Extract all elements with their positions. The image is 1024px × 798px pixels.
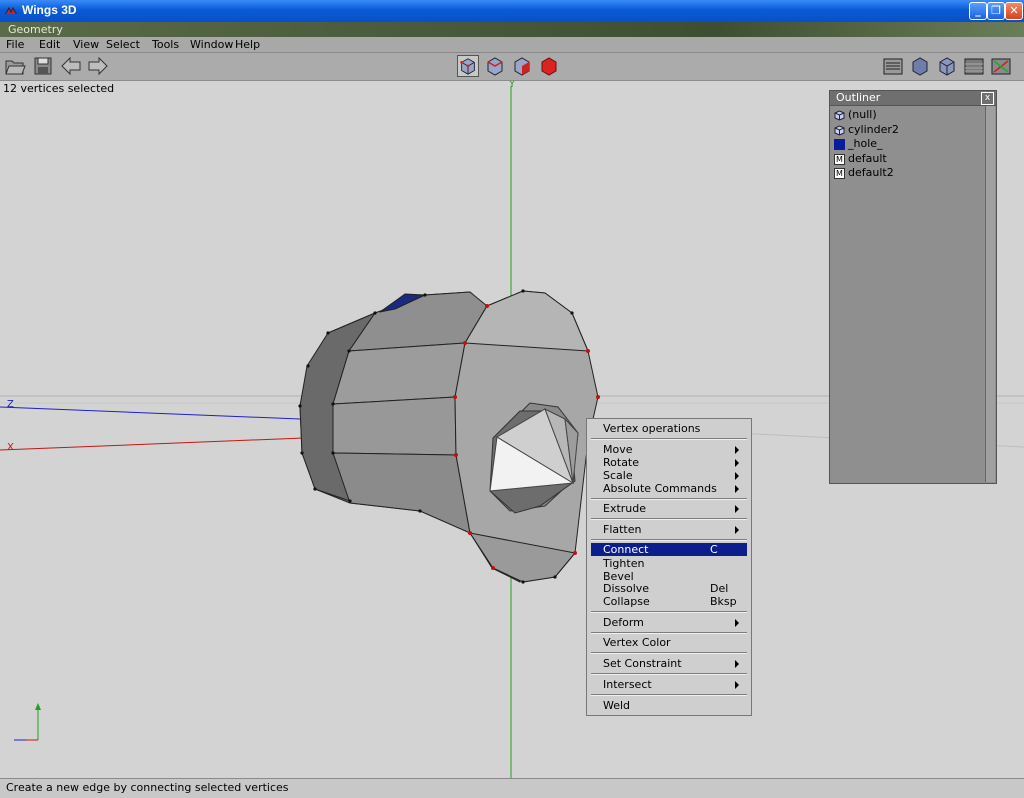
submenu-arrow-icon [735,681,739,689]
submenu-arrow-icon [735,485,739,493]
menu-view[interactable]: View [73,37,99,53]
material-m-icon: M [834,153,845,165]
outliner-item-label: _hole_ [848,137,883,150]
outliner-scrollbar[interactable] [985,106,995,482]
outliner-item-null[interactable]: (null) [832,108,899,123]
menu-separator [591,694,747,696]
menu-item-dissolve[interactable]: Dissolve Del [591,582,747,595]
menu-select[interactable]: Select [106,37,140,53]
smooth-shade-icon[interactable] [909,55,931,77]
menu-item-connect[interactable]: Connect C [591,543,747,556]
save-icon[interactable] [32,55,54,77]
menu-item-intersect[interactable]: Intersect [591,678,747,691]
submenu-arrow-icon [735,526,739,534]
axis-y-label: Y [509,81,516,90]
submenu-arrow-icon [735,619,739,627]
menu-separator [591,632,747,634]
menu-item-rotate[interactable]: Rotate [591,456,747,469]
vertex-context-menu: Vertex operations Move Rotate Scale Abso… [586,418,752,716]
object-icon [834,110,845,121]
menu-bar: File Edit View Select Tools Window Help [0,37,1024,53]
menu-separator [591,539,747,541]
menu-item-absolute-commands[interactable]: Absolute Commands [591,482,747,495]
object-icon [834,124,845,136]
flat-shade-icon[interactable] [936,55,958,77]
axis-x-label: X [7,442,14,453]
submenu-arrow-icon [735,660,739,668]
menu-item-set-constraint[interactable]: Set Constraint [591,657,747,670]
toolbar [0,53,1024,81]
menu-file[interactable]: File [6,37,24,53]
title-bar: Wings 3D _ ❐ ✕ [0,0,1024,22]
outliner-title-bar: Outliner x [830,91,996,106]
geometry-window-title: Geometry [0,22,1024,37]
menu-title: Vertex operations [603,422,701,435]
edge-mode-icon[interactable] [484,55,506,77]
submenu-arrow-icon [735,459,739,467]
submenu-arrow-icon [735,446,739,454]
submenu-arrow-icon [735,472,739,480]
outliner-panel: Outliner x (null) cylinder2 _hole_ M def… [829,90,997,484]
outliner-item-label: default2 [848,166,894,179]
outliner-item-label: cylinder2 [848,122,899,136]
status-text: Create a new edge by connecting selected… [6,781,289,794]
open-folder-icon[interactable] [4,55,26,77]
menu-edit[interactable]: Edit [39,37,60,53]
menu-separator [591,518,747,520]
undo-arrow-icon[interactable] [60,55,82,77]
outliner-item-label: default [848,151,887,165]
outliner-close-button[interactable]: x [981,92,994,105]
outliner-item-default[interactable]: M default [832,152,899,167]
menu-item-weld[interactable]: Weld [591,699,747,712]
menu-item-flatten[interactable]: Flatten [591,523,747,536]
axes-toggle-icon[interactable] [990,55,1012,77]
menu-separator [591,611,747,613]
status-bar: Create a new edge by connecting selected… [0,778,1024,798]
geometry-label: Geometry [8,23,63,36]
close-button[interactable]: ✕ [1005,2,1023,20]
vertex-mode-icon[interactable] [457,55,479,77]
outliner-item-label: (null) [848,108,877,121]
outliner-item-default2[interactable]: M default2 [832,166,899,181]
selection-info: 12 vertices selected [3,82,115,95]
menu-item-move[interactable]: Move [591,443,747,456]
restore-button[interactable]: ❐ [987,2,1005,20]
body-mode-icon[interactable] [538,55,560,77]
outliner-toggle-icon[interactable] [882,55,904,77]
material-m-icon: M [834,168,845,179]
menu-item-extrude[interactable]: Extrude [591,502,747,515]
outliner-item-hole[interactable]: _hole_ [832,137,899,152]
material-icon [834,139,845,150]
menu-separator [591,652,747,654]
menu-separator [591,673,747,675]
menu-help[interactable]: Help [235,37,260,53]
menu-separator [591,498,747,500]
outliner-title: Outliner [836,91,881,104]
window-title: Wings 3D [22,3,77,17]
menu-item-vertex-color[interactable]: Vertex Color [591,636,747,649]
axis-z-label: Z [7,399,14,410]
outliner-list: (null) cylinder2 _hole_ M default M defa… [832,108,899,181]
redo-arrow-icon[interactable] [87,55,109,77]
outliner-item-cylinder2[interactable]: cylinder2 [832,123,899,138]
submenu-arrow-icon [735,505,739,513]
minimize-button[interactable]: _ [969,2,987,20]
menu-window[interactable]: Window [190,37,233,53]
menu-tools[interactable]: Tools [152,37,179,53]
face-mode-icon[interactable] [511,55,533,77]
menu-separator [591,438,747,440]
wings-icon [5,7,17,14]
menu-item-collapse[interactable]: Collapse Bksp [591,595,747,608]
menu-item-scale[interactable]: Scale [591,469,747,482]
menu-item-tighten[interactable]: Tighten [591,557,747,570]
menu-item-deform[interactable]: Deform [591,616,747,629]
ground-plane-icon[interactable] [963,55,985,77]
